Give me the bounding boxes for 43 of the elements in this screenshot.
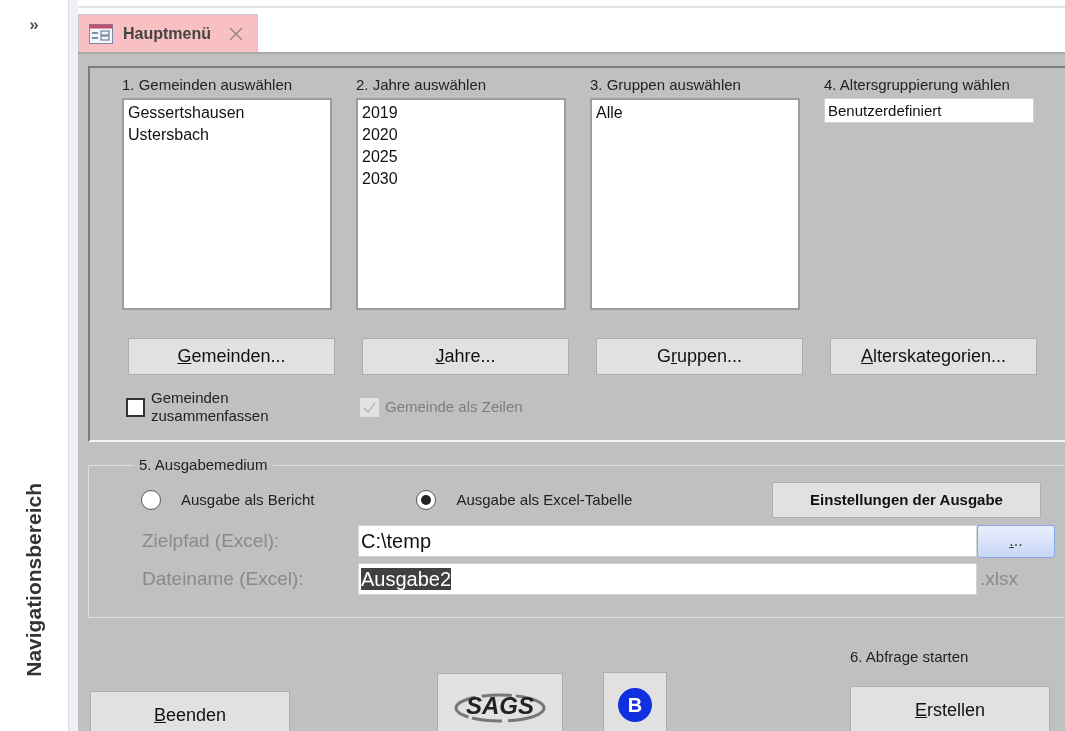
logo-text: SAGS [466,692,534,719]
settings-button[interactable]: Einstellungen der Ausgabe [772,482,1041,518]
list-item[interactable]: 2030 [362,168,560,190]
list-item[interactable]: Gessertshausen [128,102,326,124]
list-box[interactable]: Alle [590,98,800,310]
filename-field[interactable]: Ausgabe2 [358,563,977,595]
list-item[interactable]: 2020 [362,124,560,146]
list-box[interactable]: 2019 2020 2025 2030 [356,98,566,310]
list-item[interactable]: 2025 [362,146,560,168]
select-button[interactable]: Jahre... [362,338,569,375]
text-field[interactable]: Benutzerdefiniert [824,98,1034,123]
select-button[interactable]: Alterskategorien... [830,338,1037,375]
group-title: 5. Ausgabemedium [138,456,269,474]
checkbox-label: Gemeinde als Zeilen [385,398,523,416]
list-item[interactable]: Ustersbach [128,124,326,146]
checkbox-label: Gemeinden zusammenfassen [151,389,270,425]
radio-label: Ausgabe als Excel-Tabelle [456,489,633,510]
section-label: 4. Altersgruppierung wählen [824,75,1011,95]
path-field[interactable]: C:\temp [358,525,977,557]
radio-button[interactable] [141,490,161,510]
create-button[interactable]: Erstellen [850,686,1050,731]
select-button[interactable]: Gruppen... [596,338,803,375]
form-tab[interactable]: Hauptmenü [78,14,258,52]
radio-button[interactable] [416,490,437,510]
navigation-pane-title: Navigationsbereich [21,483,47,677]
tab-title: Hauptmenü [123,23,211,44]
radio-label: Ausgabe als Bericht [181,489,315,510]
section-label: 3. Gruppen auswählen [590,75,742,95]
list-item[interactable]: Alle [596,102,794,124]
form-icon [89,23,113,44]
section-label: 2. Jahre auswählen [356,75,488,95]
logo-button[interactable]: B [603,672,667,731]
select-button[interactable]: Gemeinden... [128,338,335,375]
section-label: 1. Gemeinden auswählen [122,75,294,95]
browse-button[interactable]: ... [977,524,1055,558]
logo-text: B [618,688,652,722]
expand-toggle[interactable]: » [29,16,39,33]
list-item[interactable]: 2019 [362,102,560,124]
list-box[interactable]: Gessertshausen Ustersbach [122,98,332,310]
exit-button[interactable]: Beenden [90,691,290,731]
checkbox[interactable] [126,397,145,417]
logo-button[interactable]: SAGS [437,673,563,731]
section-label: 6. Abfrage starten [850,647,969,667]
